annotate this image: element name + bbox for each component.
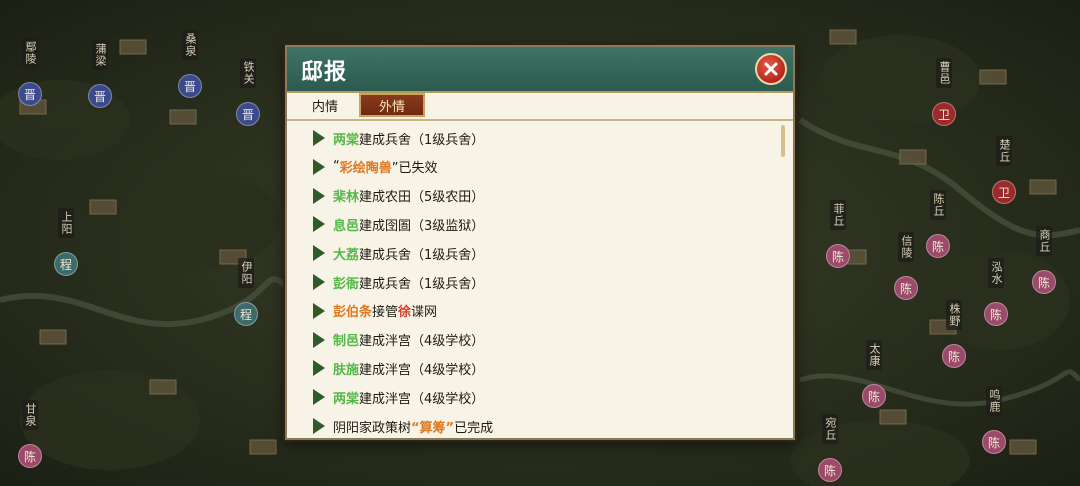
dialog-header: 邸报	[287, 47, 793, 93]
news-item: “彩绘陶兽 ”已失效	[313, 154, 438, 180]
triangle-bullet-icon	[313, 274, 325, 290]
map-faction-seal[interactable]: 陈	[894, 276, 918, 300]
map-faction-seal[interactable]: 陈	[984, 302, 1008, 326]
map-city-name: 陈丘	[930, 190, 946, 220]
news-item: 制邑 建成泮宫（4级学校）	[313, 327, 484, 353]
news-list[interactable]: 两棠 建成兵舍（1级兵舍） “彩绘陶兽 ”已失效 棐林 建成农田（5级农田） 息邑 建成囹圄（…	[287, 121, 793, 438]
news-text-part: 建成兵舍（1级兵舍）	[359, 132, 485, 148]
news-text-part: “算筹”	[411, 420, 455, 436]
news-item: 息邑 建成囹圄（3级监狱）	[313, 211, 484, 237]
gazette-dialog: 邸报 内情 外情 两棠 建成兵舍（1级兵舍） “彩绘陶兽 ”已失效 棐林 建成农田（5级农…	[285, 45, 795, 440]
map-city-name: 鄢陵	[22, 38, 38, 68]
map-faction-seal[interactable]: 程	[54, 252, 78, 276]
tab-external[interactable]: 外情	[359, 93, 425, 117]
map-city-name: 鸣鹿	[986, 386, 1002, 416]
close-icon	[764, 62, 778, 76]
map-faction-seal[interactable]: 陈	[818, 458, 842, 482]
map-city-name: 楚丘	[996, 136, 1012, 166]
map-city-name: 铁关	[240, 58, 256, 88]
news-text-part: 徐	[398, 305, 412, 321]
close-button[interactable]	[755, 53, 787, 85]
news-text-part: 肤施	[333, 362, 360, 378]
news-item: 彭伯条 接管徐谍网	[313, 298, 437, 324]
news-item: 棐林 建成农田（5级农田）	[313, 183, 484, 209]
map-faction-seal[interactable]: 陈	[826, 244, 850, 268]
news-item: 阴阳家政策树 “算筹” 已完成	[313, 413, 493, 438]
news-item: 彭衙 建成兵舍（1级兵舍）	[313, 269, 484, 295]
map-faction-seal[interactable]: 晋	[88, 84, 112, 108]
map-faction-seal[interactable]: 陈	[982, 430, 1006, 454]
news-text-part: 已完成	[454, 420, 494, 436]
news-text-part: 建成泮宫（4级学校）	[359, 334, 485, 350]
triangle-bullet-icon	[313, 302, 325, 319]
news-text-part: 两棠	[333, 391, 360, 407]
news-text-part: ”已失效	[391, 161, 438, 177]
news-item: 肤施 建成泮宫（4级学校）	[313, 355, 484, 381]
map-city-name: 商丘	[1036, 226, 1052, 256]
dialog-title: 邸报	[301, 59, 348, 85]
triangle-bullet-icon	[313, 331, 325, 348]
news-text-part: 建成兵舍（1级兵舍）	[359, 276, 485, 292]
news-text-part: 建成农田（5级农田）	[359, 190, 485, 206]
map-faction-seal[interactable]: 陈	[942, 344, 966, 368]
news-text-part: 阴阳家政策树	[333, 420, 412, 436]
map-city-name: 曹邑	[936, 58, 952, 88]
map-city-name: 太康	[866, 340, 882, 370]
map-faction-seal[interactable]: 陈	[862, 384, 886, 408]
triangle-bullet-icon	[313, 360, 325, 377]
news-text-part: 建成兵舍（1级兵舍）	[359, 247, 485, 263]
map-city-name: 泓水	[988, 258, 1004, 288]
map-city-name: 桑泉	[182, 30, 198, 60]
news-text-part: 接管	[372, 305, 399, 321]
map-faction-seal[interactable]: 陈	[1032, 270, 1056, 294]
news-text-part: 谍网	[411, 305, 438, 321]
triangle-bullet-icon	[313, 418, 325, 434]
news-text-part: 棐林	[333, 190, 360, 206]
news-text-part: 建成泮宫（4级学校）	[359, 362, 485, 378]
map-city-name: 伊阳	[238, 258, 254, 288]
map-faction-seal[interactable]: 程	[234, 302, 258, 326]
map-faction-seal[interactable]: 晋	[178, 74, 202, 98]
map-faction-seal[interactable]: 陈	[18, 444, 42, 468]
map-faction-seal[interactable]: 晋	[18, 82, 42, 106]
map-faction-seal[interactable]: 卫	[932, 102, 956, 126]
map-city-name: 甘泉	[22, 400, 38, 430]
news-text-part: “	[333, 159, 340, 175]
news-text-part: 制邑	[333, 334, 360, 350]
news-text-part: 两棠	[333, 132, 360, 148]
news-text-part: 彭衙	[333, 276, 360, 292]
tab-internal[interactable]: 内情	[295, 93, 355, 117]
map-faction-seal[interactable]: 陈	[926, 234, 950, 258]
map-city-name: 菲丘	[830, 200, 846, 230]
map-faction-seal[interactable]: 晋	[236, 102, 260, 126]
news-item: 大荔 建成兵舍（1级兵舍）	[313, 240, 484, 266]
triangle-bullet-icon	[313, 187, 325, 204]
map-city-name: 蒲梁	[92, 40, 108, 70]
map-city-name: 上阳	[58, 208, 74, 238]
news-text-part: 建成泮宫（4级学校）	[359, 391, 485, 407]
triangle-bullet-icon	[313, 130, 325, 146]
game-screen: 鄢陵晋蒲梁晋桑泉晋铁关晋曹邑卫楚丘卫菲丘陈陈丘陈信陵陈株野陈太康陈商丘陈泓水陈鸣…	[0, 0, 1080, 486]
triangle-bullet-icon	[313, 158, 325, 175]
triangle-bullet-icon	[313, 216, 325, 233]
map-city-name: 宛丘	[822, 414, 838, 444]
news-text-part: 建成囹圄（3级监狱）	[359, 218, 485, 234]
news-text-part: 彭伯条	[333, 305, 373, 321]
news-item: 两棠 建成泮宫（4级学校）	[313, 384, 484, 410]
map-city-name: 株野	[946, 300, 962, 330]
map-city-name: 信陵	[898, 232, 914, 262]
news-item: 两棠 建成兵舍（1级兵舍）	[313, 125, 484, 151]
map-faction-seal[interactable]: 卫	[992, 180, 1016, 204]
tab-bar: 内情 外情	[287, 93, 793, 121]
triangle-bullet-icon	[313, 245, 325, 262]
news-text-part: 彩绘陶兽	[339, 161, 392, 177]
news-text-part: 息邑	[333, 218, 360, 234]
news-text-part: 大荔	[333, 247, 360, 263]
triangle-bullet-icon	[313, 389, 325, 406]
scrollbar[interactable]	[781, 125, 785, 157]
